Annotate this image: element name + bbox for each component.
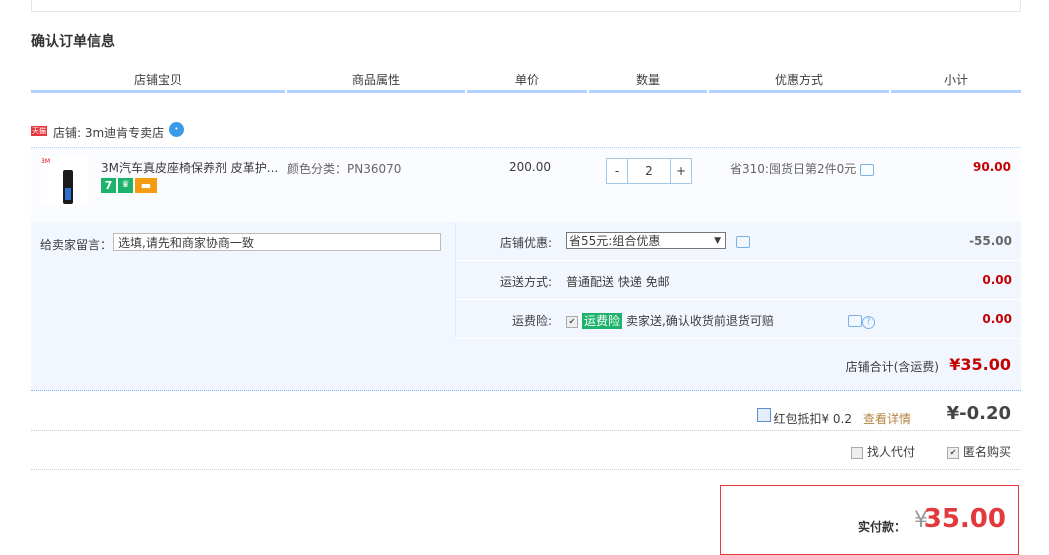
- pay-amount: 35.00: [923, 504, 1006, 534]
- shipping-amount: 0.00: [982, 273, 1012, 287]
- memo-pane: 给卖家留言： 选填,请先和商家协商一致: [31, 222, 455, 338]
- hongbao-text: 红包抵扣¥ 0.2: [773, 412, 852, 426]
- anonymous-checkbox[interactable]: ✔: [946, 446, 959, 459]
- col-head-price: 单价: [467, 64, 587, 93]
- product-title[interactable]: 3M汽车真皮座椅保养剂 皮革护...: [101, 159, 281, 176]
- qty-plus-button[interactable]: +: [671, 159, 691, 183]
- insurance-amount: 0.00: [982, 312, 1012, 326]
- col-head-promo: 优惠方式: [709, 64, 889, 93]
- chat-icon[interactable]: •: [169, 122, 184, 137]
- pay-label: 实付款：: [857, 520, 906, 534]
- hongbao-row: 红包抵扣¥ 0.2 查看详情 ¥-0.20: [31, 397, 1021, 431]
- anonymous-option[interactable]: ✔ 匿名购买: [946, 443, 1011, 460]
- hongbao-details-link[interactable]: 查看详情: [863, 410, 911, 427]
- col-head-subtotal: 小计: [891, 64, 1021, 93]
- insurance-row: 运费险: ✔ 运费险 卖家送,确认收货前退货可赔 ? 0.00: [456, 300, 1022, 339]
- shipping-row: 运送方式: 普通配送 快递 免邮 0.00: [456, 261, 1022, 300]
- col-head-props: 商品属性: [287, 64, 465, 93]
- shipping-label: 运送方式:: [499, 275, 552, 289]
- payment-summary: 实付款： ¥ 35.00: [720, 485, 1019, 555]
- unit-price: 200.00: [509, 160, 551, 174]
- product-props: 颜色分类：PN36070: [287, 162, 402, 176]
- memo-input[interactable]: 选填,请先和商家协商一致: [113, 233, 441, 251]
- qty-input[interactable]: 2: [627, 159, 671, 183]
- credit-card-icon: ▬: [135, 178, 157, 193]
- daifu-option[interactable]: 找人代付: [850, 443, 915, 460]
- memo-label: 给卖家留言：: [40, 238, 113, 252]
- qty-minus-button[interactable]: -: [607, 159, 627, 183]
- insurance-checkbox[interactable]: ✔: [566, 315, 578, 328]
- col-head-qty: 数量: [589, 64, 707, 93]
- hongbao-amount: ¥-0.20: [946, 403, 1011, 424]
- insurance-tag: 运费险: [582, 313, 623, 329]
- insurance-value: ✔ 运费险 卖家送,确认收货前退货可赔: [566, 312, 774, 329]
- shop-discount-label: 店铺优惠:: [499, 236, 552, 250]
- order-item-row: 3M 3M汽车真皮座椅保养剂 皮革护... 7 ♛ ▬ 颜色分类：PN36070 2…: [31, 147, 1021, 222]
- hongbao-checkbox[interactable]: [757, 408, 771, 422]
- section-title: 确认订单信息: [31, 34, 115, 50]
- chevron-down-icon: ▼: [714, 236, 721, 246]
- options-pane: 店铺优惠: 省55元:组合优惠 ▼ -55.00 运送方式: 普通配送 快递 免邮…: [455, 222, 1022, 339]
- shop-discount-row: 店铺优惠: 省55元:组合优惠 ▼ -55.00: [456, 222, 1022, 261]
- shop-name[interactable]: 店铺: 3m迪肯专卖店: [53, 124, 164, 141]
- shop-discount-amount: -55.00: [969, 234, 1012, 248]
- seven-day-return-icon: 7: [101, 178, 116, 193]
- top-panel: [31, 0, 1021, 12]
- shop-total-amount: ¥35.00: [949, 355, 1011, 374]
- product-thumbnail[interactable]: 3M: [41, 156, 89, 206]
- item-subtotal: 90.00: [973, 160, 1011, 174]
- message-icon[interactable]: [848, 314, 862, 327]
- item-promo: 省310:囤货日第2件0元: [730, 160, 875, 177]
- quality-icon: ♛: [118, 178, 133, 193]
- order-options-block: 给卖家留言： 选填,请先和商家协商一致 店铺优惠: 省55元:组合优惠 ▼ -55…: [31, 222, 1022, 391]
- tmall-icon: 天猫: [31, 126, 47, 136]
- message-icon[interactable]: [736, 236, 750, 248]
- quantity-stepper: - 2 +: [606, 158, 692, 184]
- insurance-label: 运费险:: [511, 314, 552, 328]
- service-badges: 7 ♛ ▬: [101, 178, 159, 193]
- shop-total-label: 店铺合计(含运费): [845, 360, 939, 374]
- col-head-shop-item: 店铺宝贝: [31, 64, 285, 93]
- message-icon[interactable]: [860, 163, 875, 176]
- daifu-checkbox[interactable]: [850, 446, 863, 459]
- extra-options-row: 找人代付 ✔ 匿名购买: [31, 431, 1021, 470]
- shipping-value: 普通配送 快递 免邮: [566, 275, 670, 289]
- question-icon[interactable]: ?: [862, 316, 875, 329]
- help-icons[interactable]: ?: [848, 313, 875, 329]
- shop-discount-select[interactable]: 省55元:组合优惠 ▼: [566, 232, 726, 249]
